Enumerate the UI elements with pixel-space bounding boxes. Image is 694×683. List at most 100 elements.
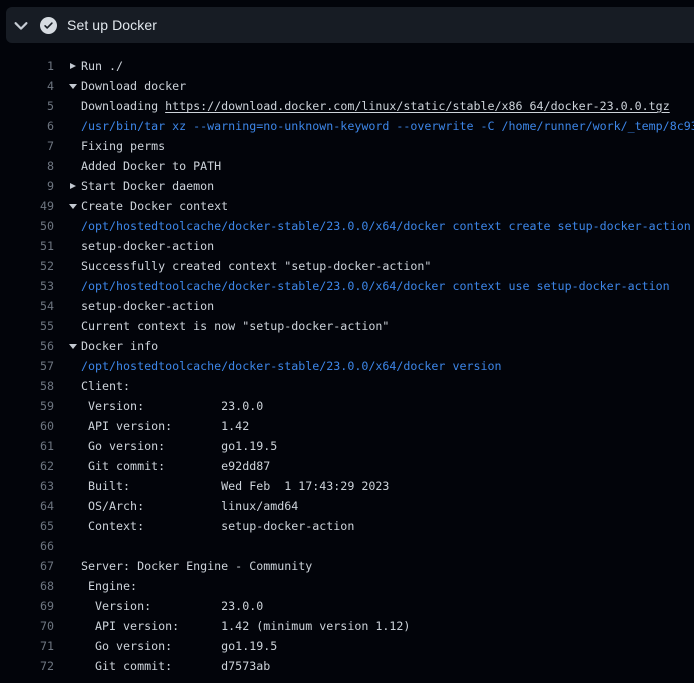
log-text: Successfully created context "setup-dock…	[81, 256, 431, 276]
line-number: 6	[0, 116, 54, 136]
actions-log-viewer: Set up Docker 1 Run ./ 4 Download docker 5 Do…	[0, 0, 694, 683]
log-row: 4 Download docker	[0, 76, 694, 96]
log-text-segment: Downloading	[81, 99, 165, 113]
step-title: Set up Docker	[67, 7, 157, 43]
log-text: Git commit: d7573ab	[81, 656, 270, 676]
log-text: setup-docker-action	[81, 296, 214, 316]
log-text: Current context is now "setup-docker-act…	[81, 316, 389, 336]
log-text: Fixing perms	[81, 136, 165, 156]
log-row: 72 Git commit: d7573ab	[0, 656, 694, 676]
log-text: Client:	[81, 376, 130, 396]
line-number: 67	[0, 556, 54, 576]
line-number: 49	[0, 196, 54, 216]
log-row: 65 Context: setup-docker-action	[0, 516, 694, 536]
line-number: 71	[0, 636, 54, 656]
line-number: 72	[0, 656, 54, 676]
line-number: 5	[0, 96, 54, 116]
log-row: 66	[0, 536, 694, 556]
log-text: Added Docker to PATH	[81, 156, 221, 176]
line-number: 1	[0, 56, 54, 76]
log-text: Built: Wed Feb 1 17:43:29 2023	[81, 476, 389, 496]
log-command-text: /usr/bin/tar xz --warning=no-unknown-key…	[81, 116, 694, 136]
log-link[interactable]: https://download.docker.com/linux/static…	[165, 99, 670, 113]
log-command-text: /opt/hostedtoolcache/docker-stable/23.0.…	[81, 276, 670, 296]
line-number: 51	[0, 236, 54, 256]
line-number: 56	[0, 336, 54, 356]
log-row: 61 Go version: go1.19.5	[0, 436, 694, 456]
log-row: 56 Docker info	[0, 336, 694, 356]
group-collapsed-icon[interactable]	[70, 183, 76, 189]
log-text: Version: 23.0.0	[81, 396, 263, 416]
log-text: API version: 1.42 (minimum version 1.12)	[81, 616, 410, 636]
chevron-down-icon[interactable]	[13, 21, 29, 33]
log-row: 62 Git commit: e92dd87	[0, 456, 694, 476]
log-row: 52 Successfully created context "setup-do…	[0, 256, 694, 276]
log-row: 50/opt/hostedtoolcache/docker-stable/23.…	[0, 216, 694, 236]
check-circle-icon	[40, 17, 57, 34]
line-number: 60	[0, 416, 54, 436]
log-text: Start Docker daemon	[81, 176, 214, 196]
line-number: 8	[0, 156, 54, 176]
line-number: 64	[0, 496, 54, 516]
log-row: 60 API version: 1.42	[0, 416, 694, 436]
line-number: 69	[0, 596, 54, 616]
log-text: OS/Arch: linux/amd64	[81, 496, 298, 516]
line-number: 70	[0, 616, 54, 636]
log-row: 71 Go version: go1.19.5	[0, 636, 694, 656]
log-text: Go version: go1.19.5	[81, 436, 277, 456]
log-text: Run ./	[81, 56, 123, 76]
log-text: Docker info	[81, 336, 158, 356]
group-expanded-icon[interactable]	[69, 344, 77, 349]
line-number: 55	[0, 316, 54, 336]
log-row: 51 setup-docker-action	[0, 236, 694, 256]
log-text: Git commit: e92dd87	[81, 456, 270, 476]
line-number: 4	[0, 76, 54, 96]
log-row: 7 Fixing perms	[0, 136, 694, 156]
line-number: 52	[0, 256, 54, 276]
log-row: 63 Built: Wed Feb 1 17:43:29 2023	[0, 476, 694, 496]
log-row: 57/opt/hostedtoolcache/docker-stable/23.…	[0, 356, 694, 376]
log-text: Context: setup-docker-action	[81, 516, 354, 536]
line-number: 61	[0, 436, 54, 456]
line-number: 7	[0, 136, 54, 156]
log-text: Version: 23.0.0	[81, 596, 263, 616]
log-row: 59 Version: 23.0.0	[0, 396, 694, 416]
log-text: Go version: go1.19.5	[81, 636, 277, 656]
log-row: 68 Engine:	[0, 576, 694, 596]
line-number: 65	[0, 516, 54, 536]
step-header[interactable]: Set up Docker	[6, 7, 694, 43]
log-row: 58 Client:	[0, 376, 694, 396]
line-number: 68	[0, 576, 54, 596]
log-row: 9 Start Docker daemon	[0, 176, 694, 196]
log-row: 1 Run ./	[0, 56, 694, 76]
log-row: 49Create Docker context	[0, 196, 694, 216]
line-number: 53	[0, 276, 54, 296]
log-row: 70 API version: 1.42 (minimum version 1.…	[0, 616, 694, 636]
log-row: 6/usr/bin/tar xz --warning=no-unknown-ke…	[0, 116, 694, 136]
log-text: setup-docker-action	[81, 236, 214, 256]
log-text: Download docker	[81, 76, 186, 96]
log-row: 67 Server: Docker Engine - Community	[0, 556, 694, 576]
line-number: 66	[0, 536, 54, 556]
log-text: API version: 1.42	[81, 416, 249, 436]
group-expanded-icon[interactable]	[69, 84, 77, 89]
log-text: Downloading https://download.docker.com/…	[81, 96, 670, 116]
line-number: 54	[0, 296, 54, 316]
log-row: 5 Downloading https://download.docker.com…	[0, 96, 694, 116]
group-expanded-icon[interactable]	[69, 204, 77, 209]
log-lines: 1 Run ./ 4 Download docker 5 Downloading http…	[0, 56, 694, 676]
group-collapsed-icon[interactable]	[70, 63, 76, 69]
log-text: Server: Docker Engine - Community	[81, 556, 312, 576]
log-command-text: /opt/hostedtoolcache/docker-stable/23.0.…	[81, 216, 694, 236]
log-row: 54 setup-docker-action	[0, 296, 694, 316]
log-row: 55 Current context is now "setup-docker-a…	[0, 316, 694, 336]
log-command-text: /opt/hostedtoolcache/docker-stable/23.0.…	[81, 356, 502, 376]
line-number: 63	[0, 476, 54, 496]
line-number: 59	[0, 396, 54, 416]
line-number: 57	[0, 356, 54, 376]
log-row: 53/opt/hostedtoolcache/docker-stable/23.…	[0, 276, 694, 296]
log-row: 8 Added Docker to PATH	[0, 156, 694, 176]
log-text: Engine:	[81, 576, 137, 596]
line-number: 58	[0, 376, 54, 396]
line-number: 9	[0, 176, 54, 196]
